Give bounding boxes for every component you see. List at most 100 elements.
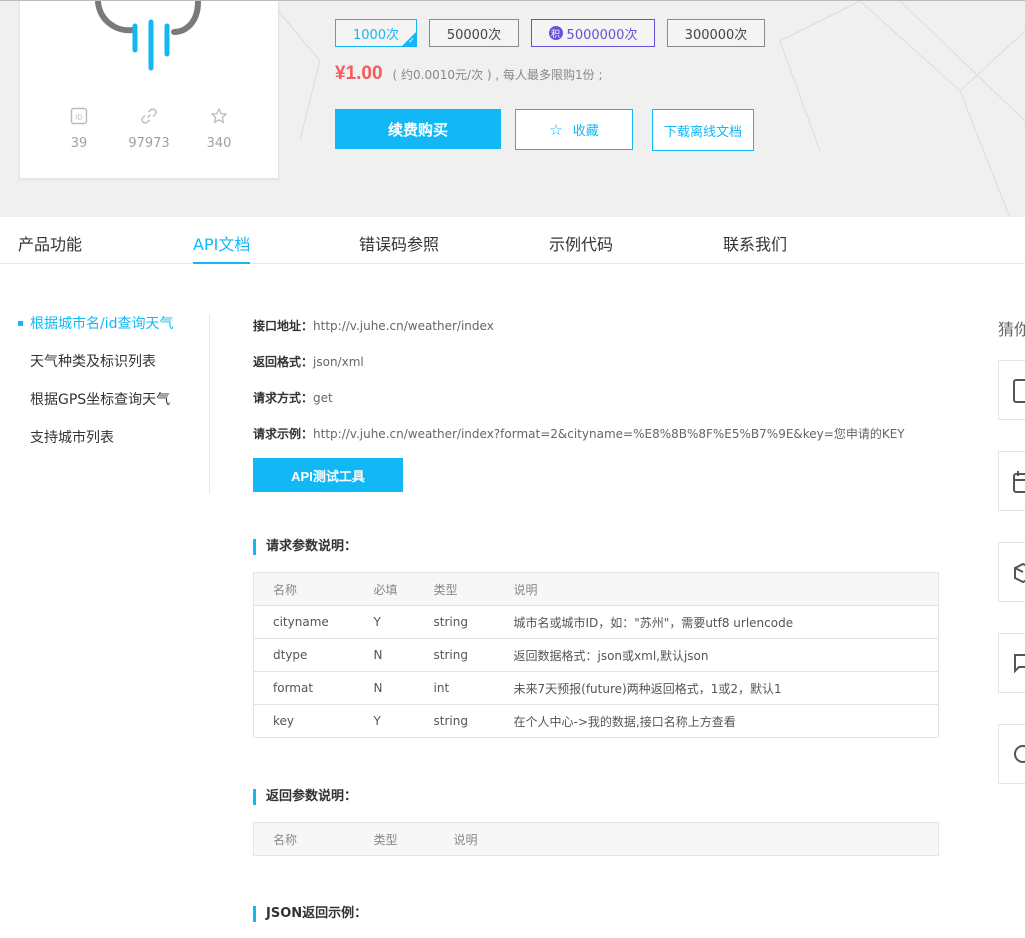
price-row: ¥1.00 ( 约0.0010元/次 ) , 每人最多限购1份 ; — [335, 63, 603, 85]
api-side-nav: 根据城市名/id查询天气 天气种类及标识列表 根据GPS坐标查询天气 支持城市列… — [18, 314, 174, 466]
table-cell: key — [253, 704, 374, 738]
tab-contact-us[interactable]: 联系我们 — [723, 231, 787, 264]
tab-sample-code[interactable]: 示例代码 — [549, 231, 613, 264]
table-cell: string — [433, 638, 514, 672]
download-offline-doc-button[interactable]: 下载离线文档 — [652, 109, 754, 151]
table-cell: int — [433, 671, 514, 705]
stat-id-value: 39 — [70, 136, 88, 151]
table-header-row: 名称 类型 说明 — [253, 822, 939, 856]
table-header: 类型 — [373, 822, 454, 856]
request-params-table: 名称 必填 类型 说明 cityname Y string 城市名或城市ID，如… — [253, 572, 939, 738]
box-icon — [1014, 562, 1025, 584]
table-cell: format — [253, 671, 374, 705]
side-nav-item-gps-weather[interactable]: 根据GPS坐标查询天气 — [18, 390, 174, 428]
stat-link-value: 97973 — [128, 136, 170, 151]
stat-star-value: 340 — [206, 136, 232, 151]
link-icon — [119, 106, 179, 126]
api-example-label: 请求示例： — [253, 427, 314, 441]
calendar-icon — [1013, 471, 1025, 493]
recommend-card[interactable] — [998, 451, 1025, 511]
api-method-label: 请求方式： — [253, 391, 314, 405]
stat-id: ID 39 — [49, 106, 109, 151]
price-amount: ¥1.00 — [335, 63, 383, 84]
chat-icon — [1014, 654, 1025, 674]
id-icon: ID — [49, 106, 109, 126]
table-cell: N — [373, 638, 434, 672]
recommend-card[interactable] — [998, 633, 1025, 693]
favorite-button[interactable]: ☆ 收藏 — [515, 109, 633, 150]
table-header: 说明 — [513, 572, 939, 606]
api-url-line: 接口地址：http://v.juhe.cn/weather/index — [253, 317, 494, 334]
api-url-label: 接口地址： — [253, 319, 314, 333]
speech-bubble-icon — [1014, 745, 1025, 763]
table-header: 类型 — [433, 572, 514, 606]
renew-purchase-button[interactable]: 续费购买 — [335, 109, 501, 149]
api-format-label: 返回格式： — [253, 355, 314, 369]
table-cell: dtype — [253, 638, 374, 672]
api-test-tool-button[interactable]: API测试工具 — [253, 458, 403, 492]
check-icon: ✓ — [408, 36, 415, 45]
package-label: 1000次 — [352, 27, 400, 43]
table-cell: 未来7天预报(future)两种返回格式，1或2，默认1 — [513, 671, 939, 705]
package-label: 50000次 — [446, 27, 502, 43]
side-nav-item-weather-types[interactable]: 天气种类及标识列表 — [18, 352, 174, 390]
table-cell: cityname — [253, 605, 374, 639]
side-nav-item-city-weather[interactable]: 根据城市名/id查询天气 — [18, 314, 174, 352]
table-cell: Y — [373, 605, 434, 639]
api-format-line: 返回格式：json/xml — [253, 353, 364, 370]
package-label: 5000000次 — [566, 27, 638, 43]
side-nav-divider — [209, 314, 210, 494]
table-cell: N — [373, 671, 434, 705]
table-row: dtype N string 返回数据格式：json或xml,默认json — [253, 638, 939, 672]
table-cell: 在个人中心->我的数据,接口名称上方查看 — [513, 704, 939, 738]
package-label: 300000次 — [684, 27, 748, 43]
stat-link: 97973 — [119, 106, 179, 151]
tab-product-features[interactable]: 产品功能 — [18, 231, 82, 264]
table-row: format N int 未来7天预报(future)两种返回格式，1或2，默认… — [253, 671, 939, 705]
table-row: key Y string 在个人中心->我的数据,接口名称上方查看 — [253, 704, 939, 738]
star-outline-icon: ☆ — [549, 121, 563, 139]
package-option-5000000[interactable]: 积 5000000次 — [531, 19, 655, 47]
table-header: 说明 — [453, 822, 939, 856]
api-format-value: json/xml — [313, 355, 364, 369]
points-badge-icon: 积 — [548, 26, 563, 40]
star-icon — [189, 106, 249, 126]
json-example-title: JSON返回示例： — [253, 906, 367, 922]
favorite-label: 收藏 — [572, 123, 599, 138]
svg-text:ID: ID — [75, 114, 82, 122]
recommend-card[interactable] — [998, 724, 1025, 784]
api-url-value: http://v.juhe.cn/weather/index — [313, 319, 494, 333]
api-method-value: get — [313, 391, 333, 405]
side-nav-item-city-list[interactable]: 支持城市列表 — [18, 428, 174, 466]
recommend-card[interactable] — [998, 360, 1025, 420]
price-note: ( 约0.0010元/次 ) , 每人最多限购1份 ; — [392, 68, 603, 82]
document-icon — [1013, 379, 1025, 403]
request-params-title: 请求参数说明： — [253, 539, 357, 555]
table-cell: string — [433, 704, 514, 738]
return-params-table: 名称 类型 说明 — [253, 822, 939, 856]
product-header: ID 39 97973 340 1000次 ✓ 50000次 积 5000000… — [0, 0, 1025, 217]
tab-error-codes[interactable]: 错误码参照 — [359, 231, 439, 264]
package-option-1000[interactable]: 1000次 ✓ — [335, 19, 417, 47]
table-cell: 城市名或城市ID，如："苏州"，需要utf8 urlencode — [513, 605, 939, 639]
table-row: cityname Y string 城市名或城市ID，如："苏州"，需要utf8… — [253, 605, 939, 639]
tab-api-docs[interactable]: API文档 — [193, 231, 251, 264]
table-cell: string — [433, 605, 514, 639]
package-option-50000[interactable]: 50000次 — [429, 19, 519, 47]
product-card: ID 39 97973 340 — [19, 1, 279, 179]
weather-rain-icon — [95, 1, 201, 71]
package-option-300000[interactable]: 300000次 — [667, 19, 765, 47]
recommend-card[interactable] — [998, 542, 1025, 602]
table-header: 必填 — [373, 572, 434, 606]
tab-bar: 产品功能 API文档 错误码参照 示例代码 联系我们 — [0, 217, 1025, 264]
table-header-row: 名称 必填 类型 说明 — [253, 572, 939, 606]
stat-star: 340 — [189, 106, 249, 151]
table-cell: Y — [373, 704, 434, 738]
api-method-line: 请求方式：get — [253, 389, 333, 406]
api-example-value: http://v.juhe.cn/weather/index?format=2&… — [313, 427, 905, 441]
api-example-line: 请求示例：http://v.juhe.cn/weather/index?form… — [253, 425, 905, 442]
table-header: 名称 — [253, 572, 374, 606]
return-params-title: 返回参数说明： — [253, 789, 357, 805]
recommend-title: 猜你 — [998, 320, 1025, 339]
table-cell: 返回数据格式：json或xml,默认json — [513, 638, 939, 672]
